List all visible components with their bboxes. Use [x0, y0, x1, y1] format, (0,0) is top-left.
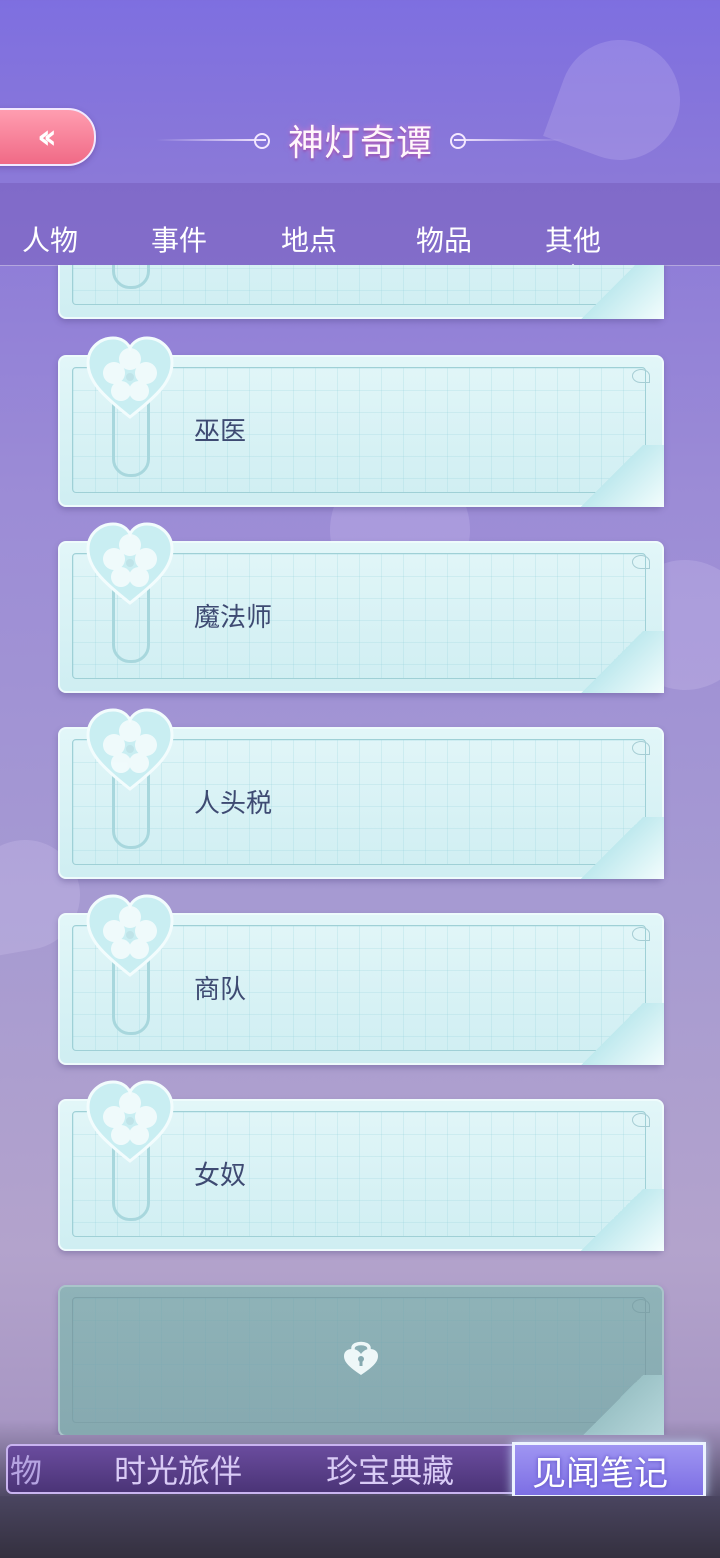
card-corner-fold: [560, 1003, 664, 1065]
back-button[interactable]: ‹‹: [0, 108, 96, 166]
entry-card[interactable]: 人头税: [58, 708, 664, 879]
entry-label: 商队: [194, 975, 247, 1005]
flower-heart-icon: [86, 522, 174, 605]
entry-card-partial[interactable]: [58, 265, 664, 319]
entry-card[interactable]: 巫医: [58, 336, 664, 507]
title-bar: 神灯奇谭: [130, 112, 590, 168]
header: ‹‹ 神灯奇谭: [0, 0, 720, 183]
entry-card[interactable]: 女奴: [58, 1080, 664, 1251]
corner-swirl-icon: [632, 927, 650, 941]
category-tabs: 人物 事件 地点 物品 其他: [0, 183, 720, 266]
entry-label: 巫医: [194, 417, 247, 447]
bottom-strip: [0, 1496, 720, 1558]
entry-label: 魔法师: [194, 603, 273, 633]
locked-entry-card[interactable]: [58, 1285, 664, 1435]
flower-heart-icon: [86, 1080, 174, 1163]
bottom-nav: 物 时光旅伴 珍宝典藏 见闻笔记: [0, 1440, 720, 1498]
title-ornament-left: [155, 133, 270, 149]
flower-heart-icon: [86, 708, 174, 791]
tab-items[interactable]: 物品: [416, 219, 472, 259]
entry-card[interactable]: 商队: [58, 894, 664, 1065]
card-corner-fold: [560, 631, 664, 693]
page-title: 神灯奇谭: [287, 123, 432, 164]
card-corner-fold: [560, 445, 664, 507]
tab-places[interactable]: 地点: [281, 219, 337, 259]
heart-lock-icon: [344, 1341, 378, 1375]
double-chevron-left-icon: ‹‹: [36, 117, 57, 157]
nav-travel-notes-label: 见闻笔记: [532, 1454, 668, 1494]
corner-swirl-icon: [632, 741, 650, 755]
tab-events[interactable]: 事件: [151, 219, 207, 259]
nav-treasure-collection[interactable]: 珍宝典藏: [326, 1446, 454, 1492]
tab-others[interactable]: 其他: [545, 219, 601, 259]
card-corner-fold: [560, 817, 664, 879]
entry-list[interactable]: 巫医 魔法师 人头税 商队 女奴: [0, 265, 720, 1435]
card-corner-fold: [560, 1375, 664, 1435]
entry-label: 人头税: [194, 789, 273, 819]
card-corner-fold: [560, 1189, 664, 1251]
nav-item-partial[interactable]: 物: [10, 1446, 42, 1492]
tab-people[interactable]: 人物: [22, 219, 78, 259]
entry-card[interactable]: 魔法师: [58, 522, 664, 693]
corner-swirl-icon: [632, 369, 650, 383]
entry-label: 女奴: [194, 1161, 247, 1191]
corner-swirl-icon: [632, 1299, 650, 1313]
title-ornament-right: [450, 133, 564, 149]
flower-heart-icon: [86, 336, 174, 419]
card-corner-fold: [560, 265, 664, 319]
nav-time-companions[interactable]: 时光旅伴: [114, 1446, 242, 1492]
nav-travel-notes[interactable]: 见闻笔记: [496, 1440, 716, 1498]
corner-swirl-icon: [632, 1113, 650, 1127]
flower-heart-icon: [86, 894, 174, 977]
corner-swirl-icon: [632, 555, 650, 569]
